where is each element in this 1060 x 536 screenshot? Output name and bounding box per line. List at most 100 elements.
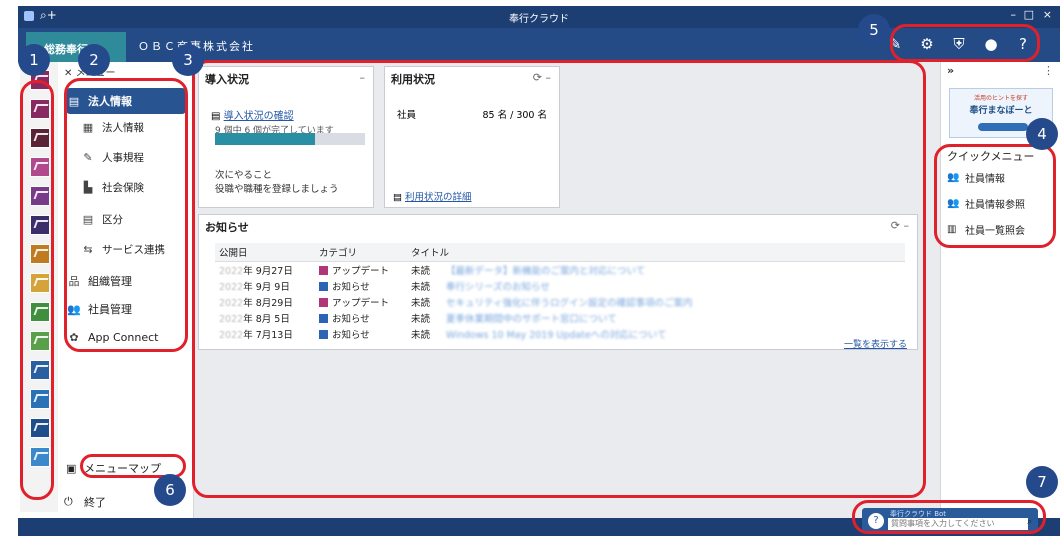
menu-item-social-insurance[interactable]: ▙ 社会保険 bbox=[80, 174, 184, 200]
list-icon: ▤ bbox=[82, 212, 94, 226]
app-launcher-icon[interactable] bbox=[30, 99, 50, 119]
news-row[interactable]: 2022年 8月 5日 お知らせ 未読 夏季休業期間中のサポート窓口について bbox=[215, 310, 905, 326]
news-title-cell[interactable]: 未読 セキュリティ強化に伴うログイン設定の確認事項のご案内 bbox=[407, 294, 905, 310]
menu-item-employee-management[interactable]: 👥 社員管理 bbox=[66, 296, 186, 322]
quick-item-employee-ref[interactable]: 👥 社員情報参照 bbox=[947, 196, 1025, 211]
news-date-text: 年 9月 9日 bbox=[243, 282, 290, 293]
news-year: 2022 bbox=[219, 282, 244, 293]
banner-button[interactable] bbox=[978, 123, 1028, 131]
window-title: 奉行クラウド bbox=[509, 14, 569, 25]
close-button[interactable]: × bbox=[1043, 8, 1052, 21]
news-title-cell[interactable]: 未読 夏季休業期間中のサポート窓口について bbox=[407, 310, 905, 326]
more-icon[interactable]: ⋮ bbox=[1043, 64, 1054, 77]
intro-status-link[interactable]: 導入状況の確認 bbox=[224, 111, 294, 122]
help-icon[interactable]: ? bbox=[1014, 34, 1032, 54]
minimize-button[interactable]: – bbox=[1011, 8, 1017, 21]
annotation-badge-1: 1 bbox=[18, 44, 50, 76]
news-status: 未読 bbox=[411, 266, 431, 277]
menu-item-corporate-info-sub[interactable]: ▦ 法人情報 bbox=[80, 114, 184, 140]
show-all-link[interactable]: 一覧を表示する bbox=[844, 337, 907, 350]
search-icon[interactable]: ⌕ bbox=[1027, 517, 1032, 527]
news-title[interactable]: Windows 10 May 2019 Updateへの対応について bbox=[446, 330, 667, 341]
category-color-icon bbox=[319, 330, 328, 339]
app-launcher-icon[interactable] bbox=[30, 244, 50, 264]
quick-item-label: 社員情報参照 bbox=[965, 200, 1025, 211]
quick-item-label: 社員一覧照会 bbox=[965, 226, 1025, 237]
app-launcher-icon[interactable] bbox=[30, 128, 50, 148]
menu-item-label: 社員管理 bbox=[88, 303, 132, 316]
news-category: お知らせ bbox=[315, 278, 407, 294]
app-launcher-icon[interactable] bbox=[30, 418, 50, 438]
news-title[interactable]: 【最新データ】新機能のご案内と対応について bbox=[446, 266, 645, 277]
edit-icon[interactable]: ✎ bbox=[886, 34, 904, 54]
intro-link-row[interactable]: ▤ 導入状況の確認 bbox=[211, 107, 294, 122]
news-title-cell[interactable]: 未読 【最新データ】新機能のご案内と対応について bbox=[407, 262, 905, 279]
menu-item-category[interactable]: ▤ 区分 bbox=[80, 206, 184, 232]
refresh-collapse-icons[interactable]: ⟳ – bbox=[533, 71, 551, 84]
annotation-badge-2: 2 bbox=[78, 44, 110, 76]
quick-menu-title: クイックメニュー bbox=[947, 150, 1035, 163]
menu-item-corporate-info[interactable]: ▤ 法人情報 bbox=[66, 88, 186, 114]
annotation-badge-4: 4 bbox=[1026, 118, 1058, 150]
app-launcher-icon[interactable] bbox=[30, 389, 50, 409]
quick-item-employee-info[interactable]: 👥 社員情報 bbox=[947, 170, 1005, 185]
card-title: 導入状況 bbox=[205, 73, 249, 86]
app-launcher-icon[interactable] bbox=[30, 186, 50, 206]
news-category-text: アップデート bbox=[332, 266, 390, 277]
map-icon: ▣ bbox=[66, 461, 77, 475]
menu-item-org-management[interactable]: 品 組織管理 bbox=[66, 268, 186, 294]
maximize-button[interactable]: □ bbox=[1024, 8, 1034, 21]
card-title: お知らせ bbox=[205, 221, 249, 234]
app-launcher-icon[interactable] bbox=[30, 447, 50, 467]
app-launcher-icon[interactable] bbox=[30, 302, 50, 322]
app-launcher-icon[interactable] bbox=[30, 273, 50, 293]
app-launcher-icon[interactable] bbox=[30, 215, 50, 235]
exit-label: 終了 bbox=[84, 496, 106, 509]
menu-item-service-link[interactable]: ⇆ サービス連携 bbox=[80, 236, 184, 262]
dashboard-area: 導入状況 – ▤ 導入状況の確認 9 個中 6 個が完了しています 次にやること… bbox=[194, 62, 940, 518]
menu-item-hr-rules[interactable]: ✎ 人事規程 bbox=[80, 144, 184, 170]
refresh-collapse-icons[interactable]: ⟳ – bbox=[891, 219, 909, 232]
news-title[interactable]: セキュリティ強化に伴うログイン設定の確認事項のご案内 bbox=[446, 298, 692, 309]
collapse-panel-icon[interactable]: » bbox=[947, 64, 954, 77]
news-row[interactable]: 2022年 7月13日 お知らせ 未読 Windows 10 May 2019 Upd… bbox=[215, 326, 905, 342]
menu-item-label: 法人情報 bbox=[102, 121, 144, 134]
usage-card: 利用状況 ⟳ – 社員 85 名 / 300 名 ▤ 利用状況の詳細 bbox=[384, 66, 560, 208]
col-title: タイトル bbox=[407, 243, 905, 262]
progress-bar bbox=[215, 133, 365, 145]
news-title[interactable]: 奉行シリーズのお知らせ bbox=[446, 282, 550, 293]
chatbot-widget[interactable]: ? 奉行クラウド Bot 質問事項を入力してください ⌕ bbox=[862, 508, 1038, 532]
news-row[interactable]: 2022年 9月27日 アップデート 未読 【最新データ】新機能のご案内と対応について bbox=[215, 262, 905, 279]
clipboard-icon: ▤ bbox=[211, 111, 221, 122]
collapse-icon[interactable]: – bbox=[360, 71, 366, 84]
annotation-badge-6: 6 bbox=[154, 474, 186, 506]
app-launcher-icon[interactable] bbox=[30, 331, 50, 351]
usage-link-row[interactable]: ▤ 利用状況の詳細 bbox=[393, 189, 472, 203]
news-title-cell[interactable]: 未読 Windows 10 May 2019 Updateへの対応について bbox=[407, 326, 905, 342]
people-icon: 👥 bbox=[947, 198, 960, 209]
power-icon: ⏻ bbox=[64, 495, 73, 508]
menu-item-label: 組織管理 bbox=[88, 275, 132, 288]
shield-icon[interactable]: ⛨ bbox=[950, 34, 968, 54]
usage-detail-link[interactable]: 利用状況の詳細 bbox=[405, 192, 472, 203]
intro-status-card: 導入状況 – ▤ 導入状況の確認 9 個中 6 個が完了しています 次にやること… bbox=[198, 66, 374, 208]
bot-question-input[interactable]: 質問事項を入力してください bbox=[888, 518, 1028, 530]
quick-item-employee-list[interactable]: ▥ 社員一覧照会 bbox=[947, 222, 1025, 237]
news-row[interactable]: 2022年 8月29日 アップデート 未読 セキュリティ強化に伴うログイン設定の確認事… bbox=[215, 294, 905, 310]
gear-icon[interactable]: ⚙ bbox=[918, 34, 936, 54]
news-row[interactable]: 2022年 9月 9日 お知らせ 未読 奉行シリーズのお知らせ bbox=[215, 278, 905, 294]
menu-item-app-connect[interactable]: ✿ App Connect bbox=[66, 324, 186, 350]
news-date: 2022年 9月 9日 bbox=[215, 278, 315, 294]
news-title[interactable]: 夏季休業期間中のサポート窓口について bbox=[446, 314, 617, 325]
next-title: 次にやること bbox=[215, 170, 273, 181]
user-icon[interactable]: ● bbox=[982, 34, 1000, 54]
app-launcher-icon[interactable] bbox=[30, 360, 50, 380]
news-year: 2022 bbox=[219, 298, 244, 309]
app-launcher-icon[interactable] bbox=[30, 157, 50, 177]
app-connect-icon: ✿ bbox=[69, 330, 79, 344]
menu-item-label: App Connect bbox=[88, 330, 159, 344]
news-year: 2022 bbox=[219, 266, 244, 277]
annotation-badge-7: 7 bbox=[1026, 466, 1058, 498]
news-title-cell[interactable]: 未読 奉行シリーズのお知らせ bbox=[407, 278, 905, 294]
header-icons: ✎ ⚙ ⛨ ● ? bbox=[886, 34, 1032, 54]
